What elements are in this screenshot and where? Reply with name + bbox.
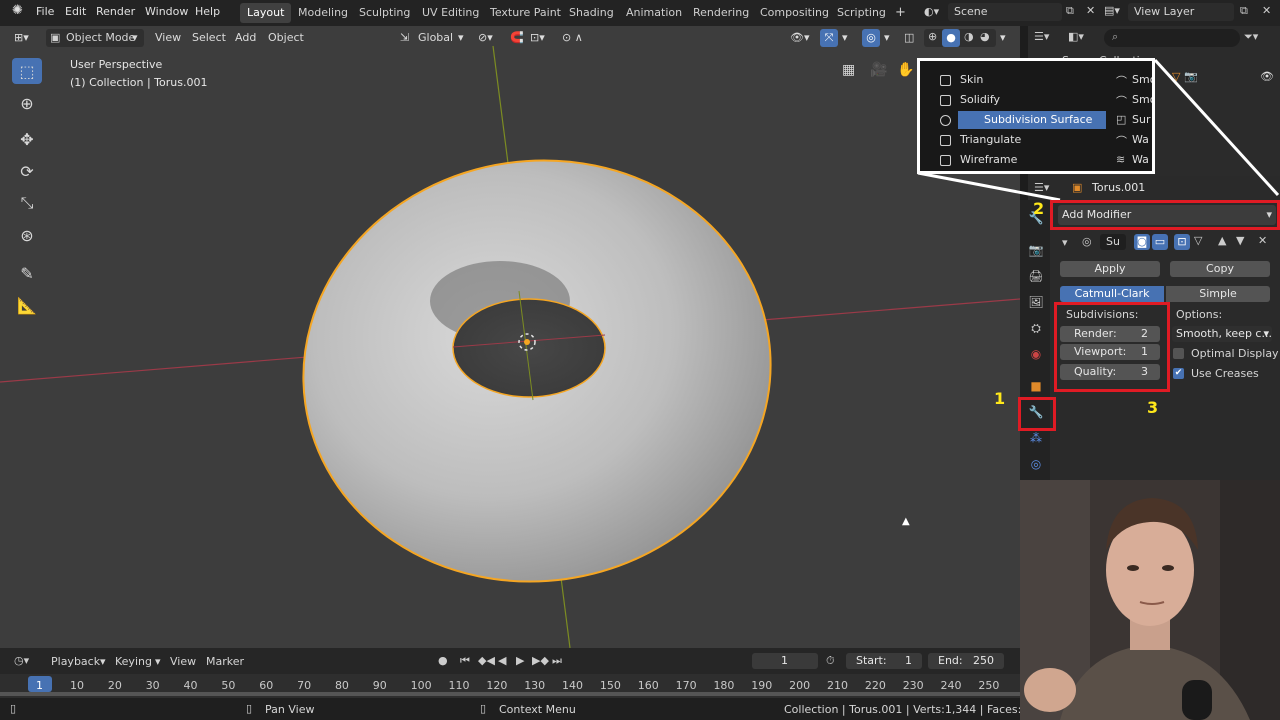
add-modifier-highlight-box	[1050, 200, 1280, 230]
menu-marker[interactable]: Marker	[206, 655, 244, 668]
prev-keyframe-icon[interactable]: ◆◀	[478, 654, 495, 667]
timeline-tick-label: 170	[675, 679, 697, 692]
timeline-tick-label: 10	[70, 679, 84, 692]
timeline-tick-label: 20	[107, 679, 122, 692]
timeline-tick-label: 200	[789, 679, 811, 692]
timeline-editor-icon[interactable]: ◷▾	[14, 654, 29, 667]
timeline-tick-label: 100	[410, 679, 432, 692]
timeline-tick-label: 140	[562, 679, 584, 692]
play-icon[interactable]: ▶	[516, 654, 524, 667]
timeline-tick-label: 150	[599, 679, 621, 692]
timeline-tick-label: 220	[864, 679, 886, 692]
next-keyframe-icon[interactable]: ▶◆	[532, 654, 549, 667]
play-reverse-icon[interactable]: ◀	[498, 654, 506, 667]
timeline-tick-label: 70	[297, 679, 312, 692]
annotation-3: 3	[1147, 398, 1159, 417]
timeline-tick-label: 50	[221, 679, 236, 692]
mouse-middle-icon: ▯	[246, 702, 253, 715]
end-value: 250	[973, 654, 994, 667]
mouse-right-icon: ▯	[480, 702, 487, 715]
timeline-tick-label: 60	[259, 679, 274, 692]
modifier-tab-highlight-box	[1018, 397, 1056, 431]
jump-start-icon[interactable]: ⏮	[460, 654, 470, 668]
timeline-tick-label: 250	[978, 679, 1000, 692]
annotation-2: 2	[1033, 199, 1045, 218]
menu-playback[interactable]: Playback	[51, 655, 100, 668]
timeline-tick-label: 160	[637, 679, 659, 692]
current-frame-value: 1	[781, 654, 788, 667]
annotation-1: 1	[994, 389, 1006, 408]
menu-keying[interactable]: Keying	[115, 655, 152, 668]
timeline-tick-label: 190	[751, 679, 773, 692]
jump-end-icon[interactable]: ⏭	[552, 654, 562, 668]
mouse-cursor-icon: ▲	[902, 516, 910, 527]
timeline-tick-label: 110	[448, 679, 470, 692]
timeline-tick-label: 240	[940, 679, 962, 692]
timeline-tick-label: 210	[827, 679, 848, 692]
webcam-overlay	[1020, 480, 1280, 720]
timeline-tick-label: 90	[372, 679, 387, 692]
record-icon[interactable]: ●	[438, 654, 448, 667]
timeline-tick-label: 120	[486, 679, 508, 692]
timeline-tick-label: 130	[524, 679, 546, 692]
timeline-tick-label: 1	[36, 679, 43, 692]
timeline-tick-label: 230	[902, 679, 924, 692]
menu-view[interactable]: View	[170, 655, 196, 668]
timeline-tick-label: 80	[334, 679, 349, 692]
chevron-down-icon: ▾	[100, 655, 106, 668]
start-frame-field[interactable]: Start: 1	[846, 653, 922, 669]
context-menu-hint: Context Menu	[499, 703, 576, 716]
timeline-tick-label: 40	[183, 679, 198, 692]
timeline-header: ◷▾ Playback ▾ Keying ▾ View Marker ● ⏮ ◆…	[0, 648, 1020, 674]
chevron-down-icon: ▾	[155, 655, 161, 668]
subdivisions-highlight-box	[1054, 302, 1170, 392]
presenter-video	[1020, 480, 1280, 720]
scene-statistics: Collection | Torus.001 | Verts:1,344 | F…	[784, 703, 1024, 716]
current-frame-field[interactable]: 1	[752, 653, 818, 669]
timeline-tick-label: 30	[145, 679, 160, 692]
mouse-left-icon: ▯	[10, 702, 17, 715]
stopwatch-icon[interactable]: ⏱	[826, 654, 835, 668]
timeline-scrollbar[interactable]	[0, 692, 1020, 696]
timeline-tick-label: 180	[713, 679, 735, 692]
pan-view-hint: Pan View	[265, 703, 315, 716]
start-value: 1	[905, 654, 912, 667]
end-label: End:	[938, 654, 963, 667]
start-label: Start:	[856, 654, 887, 667]
end-frame-field[interactable]: End: 250	[928, 653, 1004, 669]
